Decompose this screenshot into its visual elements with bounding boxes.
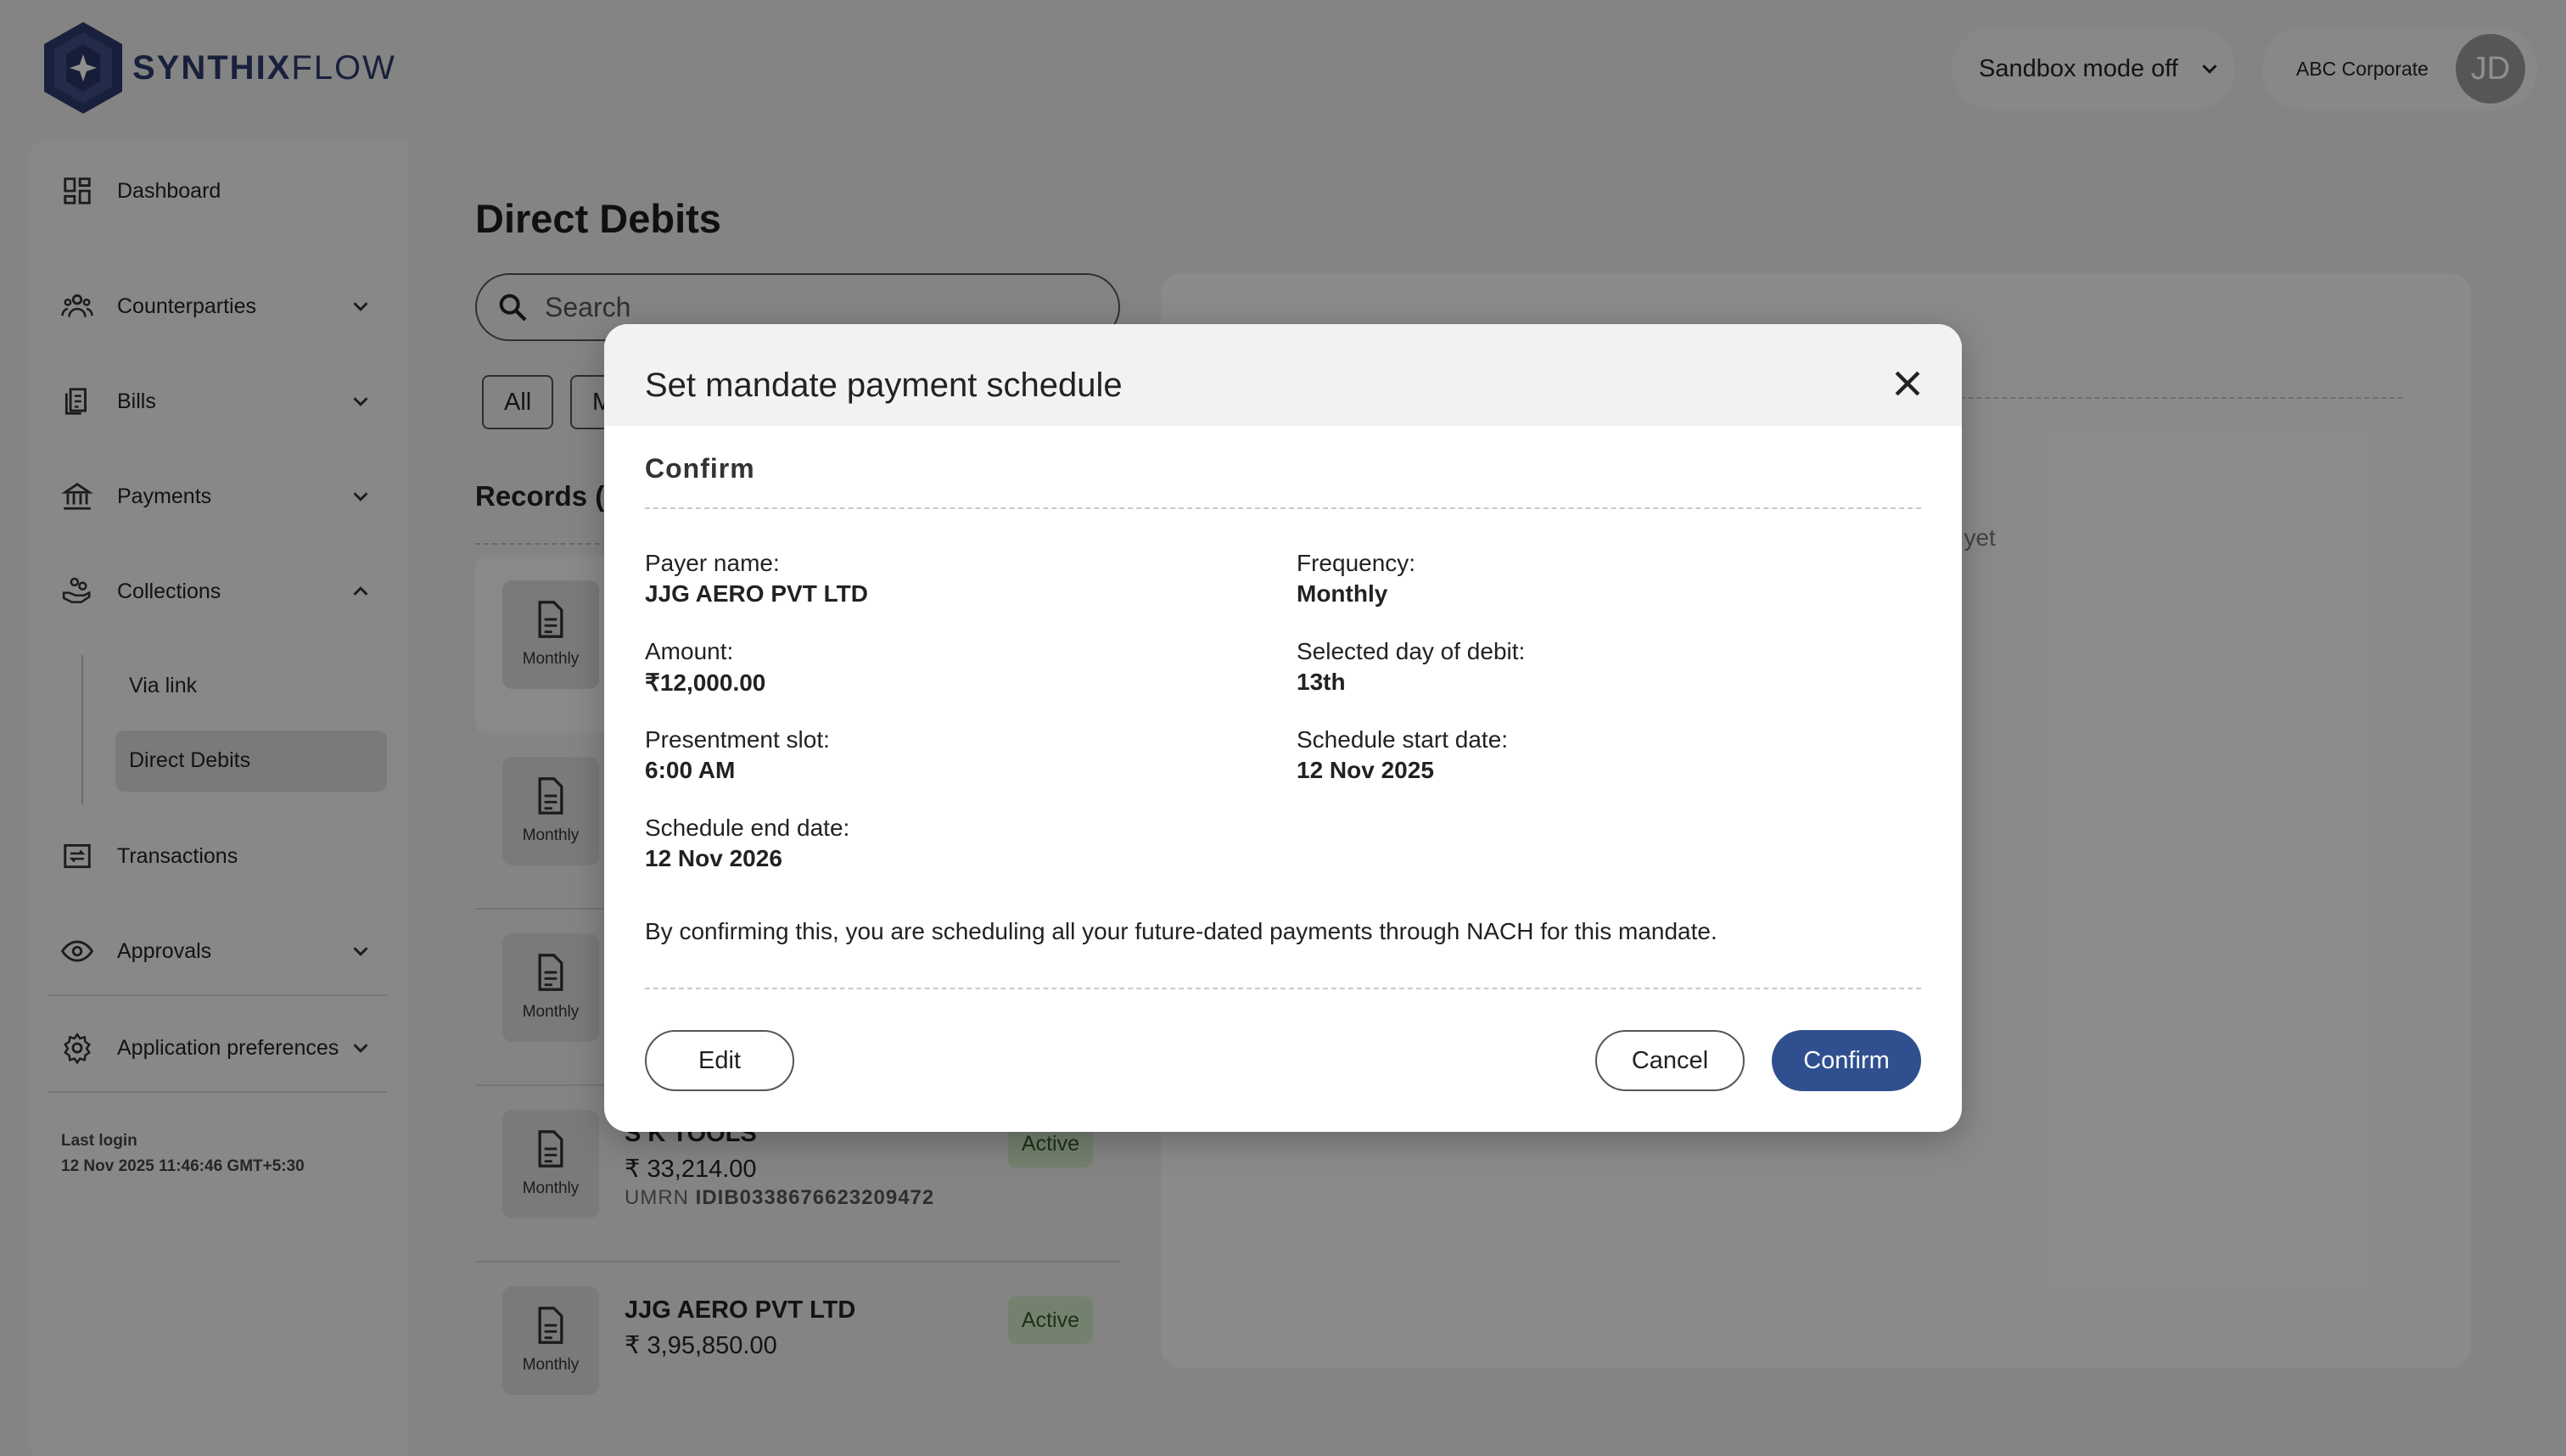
modal-title: Set mandate payment schedule — [645, 367, 1123, 404]
payer-name-value: JJG AERO PVT LTD — [645, 580, 868, 607]
confirm-button[interactable]: Confirm — [1772, 1030, 1921, 1091]
debit-day-label: Selected day of debit: — [1297, 638, 1526, 664]
start-date-label: Schedule start date: — [1297, 726, 1509, 753]
confirmation-disclaimer: By confirming this, you are scheduling a… — [645, 918, 1717, 944]
edit-button[interactable]: Edit — [645, 1030, 794, 1091]
start-date-value: 12 Nov 2025 — [1297, 757, 1434, 783]
modal-divider — [645, 507, 1921, 509]
close-icon[interactable] — [1889, 365, 1926, 402]
amount-label: Amount: — [645, 638, 734, 664]
payer-name-label: Payer name: — [645, 550, 780, 576]
amount-value: ₹12,000.00 — [645, 669, 766, 696]
presentment-slot-label: Presentment slot: — [645, 726, 830, 753]
mandate-schedule-modal: Set mandate payment schedule Confirm Pay… — [604, 324, 1962, 1132]
frequency-value: Monthly — [1297, 580, 1388, 607]
presentment-slot-value: 6:00 AM — [645, 757, 736, 783]
modal-divider — [645, 988, 1921, 989]
end-date-label: Schedule end date: — [645, 815, 850, 841]
cancel-button[interactable]: Cancel — [1595, 1030, 1745, 1091]
modal-step-title: Confirm — [645, 453, 755, 484]
debit-day-value: 13th — [1297, 669, 1346, 695]
frequency-label: Frequency: — [1297, 550, 1416, 576]
end-date-value: 12 Nov 2026 — [645, 845, 782, 871]
